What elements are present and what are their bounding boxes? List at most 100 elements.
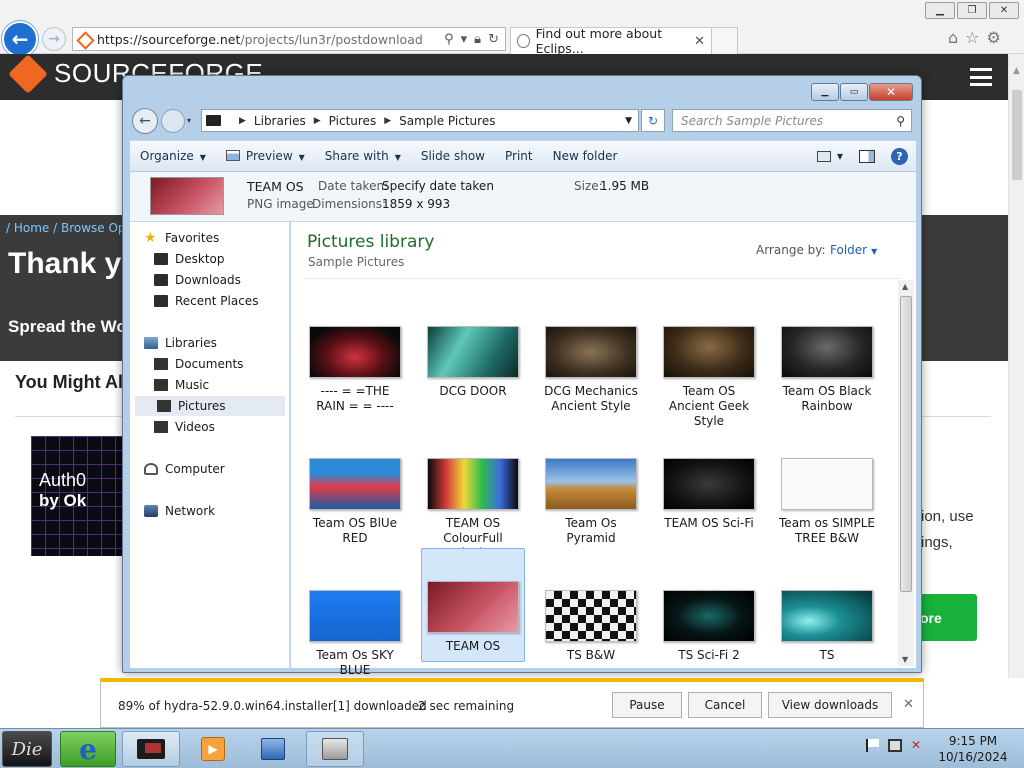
taskbar-internet-explorer[interactable]: e bbox=[60, 731, 116, 767]
favorites-star-icon[interactable]: ☆ bbox=[965, 28, 979, 47]
explorer-command-bar: Organize ▼ Preview ▼ Share with ▼ Slide sho… bbox=[130, 140, 916, 172]
dropdown-icon[interactable]: ▾ bbox=[461, 32, 468, 47]
arrange-by-label: Arrange by: bbox=[756, 243, 826, 257]
nav-documents[interactable]: Documents bbox=[154, 354, 288, 374]
file-list-scrollbar[interactable]: ▲ ▼ bbox=[898, 280, 914, 666]
explorer-search-input[interactable]: Search Sample Pictures ⚲ bbox=[672, 109, 912, 132]
print-button[interactable]: Print bbox=[495, 149, 543, 163]
settings-gear-icon[interactable]: ⚙ bbox=[987, 28, 1001, 47]
explorer-address-bar[interactable]: ▶ Libraries ▶ Pictures ▶ Sample Pictures… bbox=[201, 109, 639, 132]
scroll-down-arrow-icon[interactable]: ▼ bbox=[902, 655, 908, 664]
scroll-up-arrow-icon[interactable]: ▲ bbox=[1013, 66, 1020, 76]
nav-favorites[interactable]: ★ Favorites bbox=[144, 228, 278, 248]
chevron-down-icon: ▼ bbox=[871, 247, 878, 256]
tab-close-icon[interactable]: ✕ bbox=[694, 34, 705, 49]
nav-desktop[interactable]: Desktop bbox=[154, 249, 288, 269]
volume-muted-icon[interactable]: ✕ bbox=[911, 739, 925, 752]
thumbnail-item[interactable]: DCG DOOR bbox=[421, 316, 525, 399]
file-list-scroll-thumb[interactable] bbox=[900, 296, 912, 592]
view-downloads-button[interactable]: View downloads bbox=[768, 692, 892, 718]
home-icon[interactable]: ⌂ bbox=[948, 28, 958, 47]
close-button[interactable]: ✕ bbox=[989, 2, 1019, 19]
new-folder-button[interactable]: New folder bbox=[543, 149, 628, 163]
taskbar-media-player[interactable]: ▶ bbox=[188, 731, 238, 767]
breadcrumb-libraries[interactable]: Libraries bbox=[254, 114, 306, 128]
explorer-forward-arrow-icon[interactable] bbox=[161, 109, 185, 133]
taskbar-application[interactable] bbox=[306, 731, 364, 767]
nav-downloads[interactable]: Downloads bbox=[154, 270, 288, 290]
page-scroll-thumb[interactable] bbox=[1012, 90, 1022, 180]
breadcrumb-separator-icon[interactable]: ▶ bbox=[314, 116, 321, 126]
nav-libraries[interactable]: Libraries bbox=[144, 333, 278, 353]
thumbnail-item[interactable]: Team OS BlUe RED bbox=[303, 448, 407, 546]
address-bar[interactable]: https://sourceforge.net/projects/lun3r/p… bbox=[72, 27, 506, 51]
nav-recent-places[interactable]: Recent Places bbox=[154, 291, 288, 311]
explorer-window-controls: ▁ ▭ ✕ bbox=[811, 83, 913, 101]
thumbnail-item[interactable]: TS B&W bbox=[539, 580, 643, 663]
folder-icon bbox=[206, 115, 221, 126]
scroll-up-arrow-icon[interactable]: ▲ bbox=[902, 282, 908, 291]
explorer-back-arrow-icon[interactable]: ← bbox=[132, 108, 158, 134]
thumbnail-item[interactable]: Team OS Black Rainbow bbox=[775, 316, 879, 414]
site-breadcrumb[interactable]: / Home / Browse Open bbox=[6, 221, 141, 235]
nav-network[interactable]: Network bbox=[144, 501, 278, 521]
change-view-icon[interactable] bbox=[816, 150, 831, 162]
date-taken-value[interactable]: Specify date taken bbox=[382, 179, 494, 193]
explorer-close-button[interactable]: ✕ bbox=[869, 83, 913, 101]
hamburger-menu-icon[interactable] bbox=[970, 68, 992, 86]
refresh-icon[interactable]: ↻ bbox=[488, 32, 499, 47]
preview-button[interactable]: Preview ▼ bbox=[216, 149, 315, 163]
browser-tab[interactable]: Find out more about Eclips... ✕ bbox=[510, 26, 712, 56]
thumbnail-item[interactable]: TS Sci-Fi 2 bbox=[657, 580, 761, 663]
system-clock[interactable]: 9:15 PM 10/16/2024 bbox=[936, 733, 1010, 765]
back-arrow-icon[interactable]: ← bbox=[2, 21, 38, 57]
thumbnail-item[interactable]: TEAM OS ColourFull Blocks bbox=[421, 448, 525, 561]
thumbnail-item[interactable]: ---- = =THE RAIN = = ---- bbox=[303, 316, 407, 414]
close-icon[interactable]: ✕ bbox=[903, 697, 914, 712]
documents-icon bbox=[154, 358, 168, 370]
thumbnail-item-selected[interactable]: TEAM OS bbox=[421, 548, 525, 662]
thumbnail-item[interactable]: Team OS Ancient Geek Style bbox=[657, 316, 761, 429]
nav-music[interactable]: Music bbox=[154, 375, 288, 395]
action-center-flag-icon[interactable] bbox=[866, 739, 879, 752]
new-tab-button[interactable] bbox=[712, 27, 738, 54]
explorer-maximize-button[interactable]: ▭ bbox=[840, 83, 868, 101]
restore-button[interactable]: ❐ bbox=[957, 2, 987, 19]
thumbnail-item[interactable]: TEAM OS Sci-Fi bbox=[657, 448, 761, 531]
address-dropdown-icon[interactable]: ▼ bbox=[625, 116, 632, 126]
lock-icon[interactable]: 🔒︎ bbox=[474, 32, 481, 47]
nav-computer[interactable]: Computer bbox=[144, 459, 278, 479]
pause-button[interactable]: Pause bbox=[612, 692, 682, 718]
organize-button[interactable]: Organize ▼ bbox=[130, 149, 216, 163]
thumbnail-item[interactable]: Team os SIMPLE TREE B&W bbox=[775, 448, 879, 546]
arrange-by-dropdown[interactable]: Folder ▼ bbox=[830, 243, 877, 257]
thumbnail-item[interactable]: DCG Mechanics Ancient Style bbox=[539, 316, 643, 414]
network-status-icon[interactable] bbox=[888, 739, 902, 752]
explorer-refresh-icon[interactable]: ↻ bbox=[641, 109, 665, 132]
view-dropdown-icon[interactable]: ▼ bbox=[837, 152, 843, 161]
preview-pane-icon[interactable] bbox=[859, 149, 875, 163]
page-scrollbar[interactable]: ▲ bbox=[1008, 54, 1024, 678]
breadcrumb-separator-icon[interactable]: ▶ bbox=[384, 116, 391, 126]
breadcrumb-pictures[interactable]: Pictures bbox=[329, 114, 377, 128]
slide-show-button[interactable]: Slide show bbox=[411, 149, 495, 163]
search-icon[interactable]: ⚲ bbox=[444, 32, 454, 47]
search-icon[interactable]: ⚲ bbox=[896, 114, 905, 128]
breadcrumb-sample-pictures[interactable]: Sample Pictures bbox=[399, 114, 495, 128]
start-button[interactable]: Die bbox=[2, 731, 52, 767]
share-with-button[interactable]: Share with ▼ bbox=[315, 149, 411, 163]
nav-pictures[interactable]: Pictures bbox=[135, 396, 285, 416]
cancel-button[interactable]: Cancel bbox=[688, 692, 762, 718]
nav-videos[interactable]: Videos bbox=[154, 417, 288, 437]
thumbnail-item[interactable]: TS bbox=[775, 580, 879, 663]
minimize-button[interactable]: ▁ bbox=[925, 2, 955, 19]
thumbnail-item[interactable]: Team Os SKY BLUE bbox=[303, 580, 407, 678]
breadcrumb-separator-icon[interactable]: ▶ bbox=[239, 116, 246, 126]
thumbnail-item[interactable]: Team Os Pyramid bbox=[539, 448, 643, 546]
taskbar-network-app[interactable] bbox=[248, 731, 298, 767]
help-icon[interactable]: ? bbox=[891, 147, 908, 165]
taskbar-windows-explorer[interactable] bbox=[122, 731, 180, 767]
explorer-minimize-button[interactable]: ▁ bbox=[811, 83, 839, 101]
forward-arrow-icon[interactable]: → bbox=[42, 27, 66, 51]
recent-pages-dropdown-icon[interactable]: ▾ bbox=[187, 116, 191, 125]
